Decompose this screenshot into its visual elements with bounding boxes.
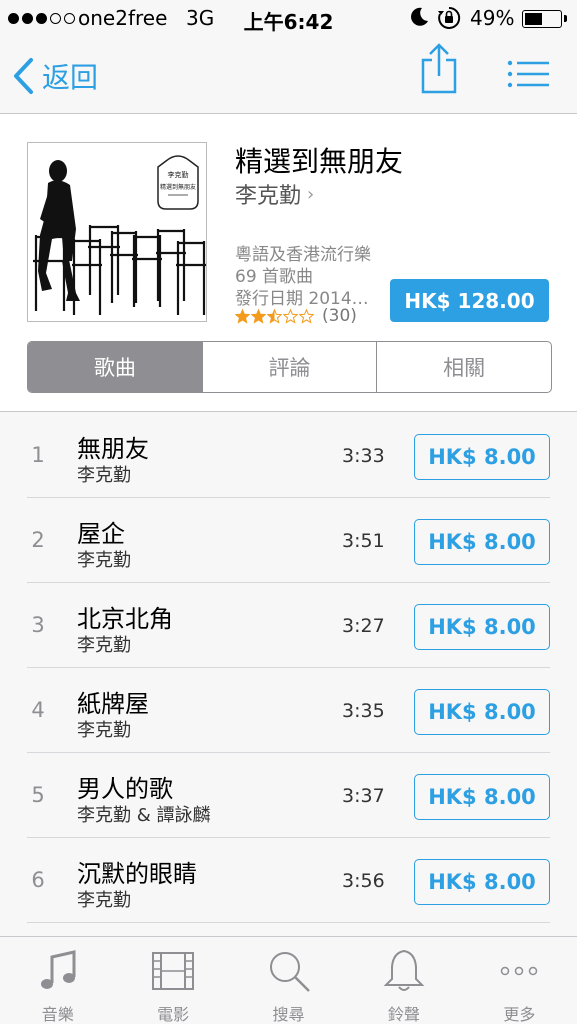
segmented-control: 歌曲 評論 相關 <box>27 341 552 393</box>
buy-track-button[interactable]: HK$ 8.00 <box>414 604 550 650</box>
segment-reviews[interactable]: 評論 <box>201 342 377 392</box>
track-row[interactable]: 5 男人的歌 李克勤 & 譚詠麟 3:37 HK$ 8.00 <box>0 753 577 838</box>
track-artist: 李克勤 <box>77 720 131 741</box>
track-number: 5 <box>31 783 45 807</box>
buy-track-button[interactable]: HK$ 8.00 <box>414 519 550 565</box>
segment-songs[interactable]: 歌曲 <box>28 342 202 392</box>
track-title: 無朋友 <box>77 435 149 463</box>
track-artist: 李克勤 <box>77 550 131 571</box>
track-artist: 李克勤 <box>77 635 131 656</box>
album-rating[interactable]: (30) <box>235 306 357 326</box>
tab-more[interactable]: 更多 <box>462 937 577 1024</box>
track-duration: 3:27 <box>342 615 385 637</box>
music-note-icon <box>40 950 76 989</box>
do-not-disturb-moon-icon <box>411 7 428 26</box>
track-duration: 3:33 <box>342 445 385 467</box>
navigation-bar: 返回 <box>0 38 577 114</box>
tab-search[interactable]: 搜尋 <box>231 937 346 1024</box>
tab-movies[interactable]: 電影 <box>115 937 230 1024</box>
buy-track-button[interactable]: HK$ 8.00 <box>414 774 550 820</box>
battery-icon <box>522 10 567 28</box>
tab-music-label: 音樂 <box>41 1005 74 1024</box>
track-list: 1 無朋友 李克勤 3:33 HK$ 8.00 2 屋企 李克勤 3:51 HK… <box>0 413 577 936</box>
list-icon[interactable] <box>507 60 549 88</box>
star-half-icon <box>267 308 282 324</box>
chevron-right-icon: › <box>307 183 315 205</box>
back-label: 返回 <box>42 61 99 94</box>
track-artist: 李克勤 & 譚詠麟 <box>77 805 211 826</box>
track-title: 屋企 <box>77 520 125 548</box>
track-number: 4 <box>31 698 45 722</box>
tab-search-label: 搜尋 <box>272 1005 305 1024</box>
track-artist: 李克勤 <box>77 465 131 486</box>
artist-name: 李克勤 <box>235 184 302 209</box>
track-row[interactable]: 2 屋企 李克勤 3:51 HK$ 8.00 <box>0 498 577 583</box>
tab-music[interactable]: 音樂 <box>0 937 115 1024</box>
star-empty-icon <box>283 308 298 324</box>
track-row[interactable]: 6 沉默的眼睛 李克勤 3:56 HK$ 8.00 <box>0 838 577 923</box>
tab-ringtones[interactable]: 鈴聲 <box>346 937 461 1024</box>
rating-count: (30) <box>322 306 357 326</box>
back-button[interactable]: 返回 <box>12 56 98 96</box>
album-header: 李克勤 精選到無朋友 精選到無朋友 李克勤 › 粵語及香港流行樂 69 首歌曲 … <box>0 114 577 412</box>
chevron-left-icon <box>14 58 33 94</box>
search-icon <box>269 952 310 992</box>
track-row[interactable]: 4 紙牌屋 李克勤 3:35 HK$ 8.00 <box>0 668 577 753</box>
film-icon <box>152 952 195 990</box>
album-cover-image[interactable]: 李克勤 精選到無朋友 <box>27 142 207 322</box>
svg-text:李克勤: 李克勤 <box>168 170 189 179</box>
tab-movies-label: 電影 <box>157 1005 190 1024</box>
more-icon <box>501 966 538 976</box>
track-number: 2 <box>31 528 45 552</box>
svg-text:精選到無朋友: 精選到無朋友 <box>160 183 196 191</box>
star-empty-icon <box>299 308 314 324</box>
track-artist: 李克勤 <box>77 890 131 911</box>
bell-icon <box>383 949 425 991</box>
star-filled-icon <box>235 308 250 324</box>
star-filled-icon <box>251 308 266 324</box>
buy-track-button[interactable]: HK$ 8.00 <box>414 859 550 905</box>
artist-link[interactable]: 李克勤 › <box>235 178 314 210</box>
battery-percentage: 49% <box>470 6 515 30</box>
tab-more-label: 更多 <box>503 1005 536 1024</box>
track-number: 6 <box>31 868 45 892</box>
share-icon[interactable] <box>420 42 458 94</box>
buy-track-button[interactable]: HK$ 8.00 <box>414 434 550 480</box>
status-bar: one2free 3G 上午6:42 49% <box>0 0 577 38</box>
buy-track-button[interactable]: HK$ 8.00 <box>414 689 550 735</box>
album-title: 精選到無朋友 <box>235 145 404 178</box>
rotation-lock-icon <box>438 6 461 29</box>
track-title: 紙牌屋 <box>77 690 149 718</box>
track-duration: 3:37 <box>342 785 385 807</box>
tab-ringtones-label: 鈴聲 <box>387 1005 420 1024</box>
track-title: 北京北角 <box>77 605 173 633</box>
track-duration: 3:56 <box>342 870 385 892</box>
track-row[interactable]: 3 北京北角 李克勤 3:27 HK$ 8.00 <box>0 583 577 668</box>
track-row[interactable]: 1 無朋友 李克勤 3:33 HK$ 8.00 <box>0 413 577 498</box>
track-title: 沉默的眼睛 <box>77 860 197 888</box>
buy-album-button[interactable]: HK$ 128.00 <box>390 279 549 322</box>
track-number: 1 <box>31 443 45 467</box>
track-number: 3 <box>31 613 45 637</box>
segment-related[interactable]: 相關 <box>376 342 551 392</box>
tab-bar: 音樂 電影 搜尋 鈴聲 更多 <box>0 936 577 1024</box>
track-duration: 3:35 <box>342 700 385 722</box>
track-title: 男人的歌 <box>77 775 173 803</box>
track-duration: 3:51 <box>342 530 385 552</box>
rating-stars <box>235 308 314 324</box>
